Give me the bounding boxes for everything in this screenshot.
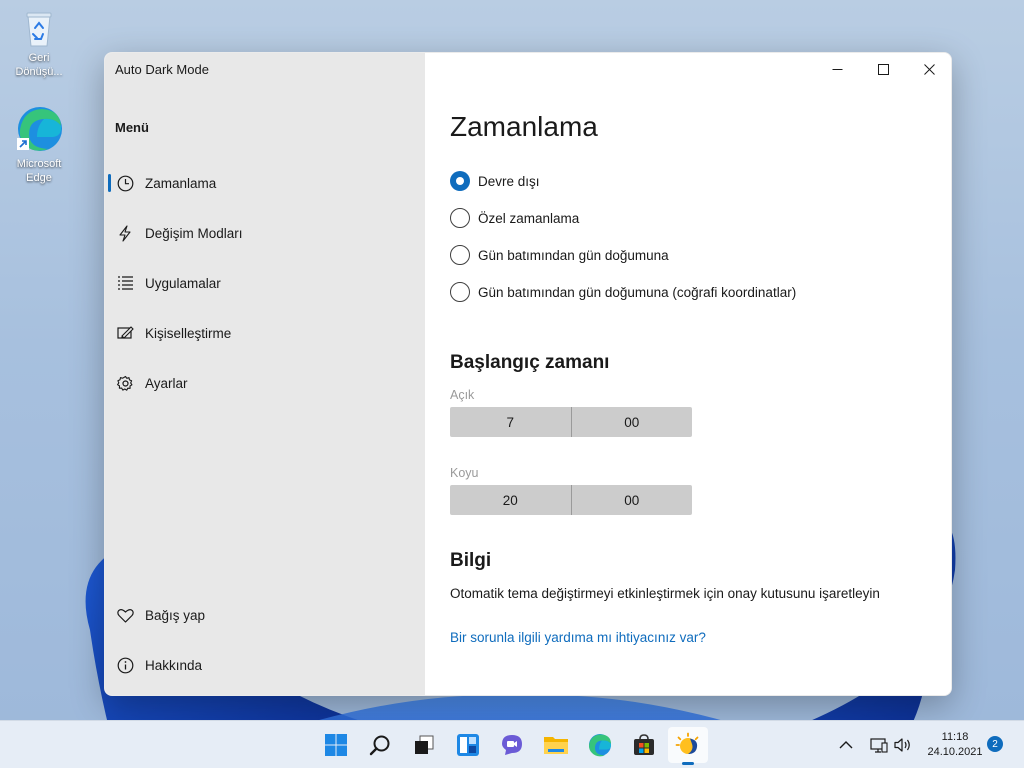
task-view-button[interactable] xyxy=(404,727,444,763)
search-icon xyxy=(369,735,390,756)
edge-icon xyxy=(15,104,63,154)
minimize-icon xyxy=(832,68,842,70)
clock-icon xyxy=(116,174,134,192)
radio-label: Özel zamanlama xyxy=(478,210,580,226)
volume-icon xyxy=(894,738,910,752)
gear-icon xyxy=(116,374,134,392)
window-title: Auto Dark Mode xyxy=(115,62,209,77)
personalize-icon xyxy=(116,324,134,342)
radio-button xyxy=(450,208,470,228)
store-button[interactable] xyxy=(624,727,664,763)
auto-dark-mode-icon xyxy=(675,732,699,754)
maximize-icon xyxy=(877,63,889,75)
file-explorer-button[interactable] xyxy=(536,727,576,763)
radio-label: Gün batımından gün doğumuna (coğrafi koo… xyxy=(478,284,797,300)
radio-devre-disi[interactable]: Devre dışı xyxy=(450,169,540,193)
help-link[interactable]: Bir sorunla ilgili yardıma mı ihtiyacını… xyxy=(450,630,706,645)
light-time-picker[interactable]: 7 00 xyxy=(450,407,692,437)
start-button[interactable] xyxy=(316,727,356,763)
recycle-bin-icon xyxy=(19,8,59,48)
radio-gun-batimi[interactable]: Gün batımından gün doğumuna xyxy=(450,243,669,267)
lightning-icon xyxy=(116,224,134,242)
nav-label: Kişiselleştirme xyxy=(145,325,232,341)
desktop-icon-edge[interactable]: Microsoft Edge xyxy=(8,104,70,185)
info-heading: Bilgi xyxy=(450,550,492,571)
nav-item-zamanlama[interactable]: Zamanlama xyxy=(105,165,425,201)
menu-heading: Menü xyxy=(115,120,149,135)
hour-value[interactable]: 20 xyxy=(450,485,571,515)
main-content: Zamanlama Devre dışı Özel zamanlama Gün … xyxy=(425,53,951,695)
close-icon xyxy=(923,63,935,75)
file-explorer-icon xyxy=(544,737,568,754)
minute-value[interactable]: 00 xyxy=(572,407,693,437)
dark-time-label: Koyu xyxy=(450,466,479,480)
desktop-icon-label: Microsoft Edge xyxy=(16,158,62,184)
radio-ozel-zamanlama[interactable]: Özel zamanlama xyxy=(450,206,579,230)
store-icon xyxy=(634,734,654,755)
nav-item-hakkinda[interactable]: Hakkında xyxy=(105,647,425,683)
tray-chevron[interactable] xyxy=(838,721,854,768)
taskbar-clock[interactable]: 11:18 24.10.2021 xyxy=(918,730,992,760)
nav-label: Uygulamalar xyxy=(145,275,221,291)
page-title: Zamanlama xyxy=(450,111,598,142)
tray-volume[interactable] xyxy=(894,721,912,768)
chat-button[interactable] xyxy=(492,727,532,763)
chevron-up-icon xyxy=(839,741,853,749)
task-view-icon xyxy=(415,735,434,754)
edge-taskbar-button[interactable] xyxy=(580,727,620,763)
desktop-icon-recycle-bin[interactable]: Geri Dönüşü... xyxy=(8,8,70,79)
radio-gun-batimi-koordinat[interactable]: Gün batımından gün doğumuna (coğrafi koo… xyxy=(450,280,796,304)
minimize-button[interactable] xyxy=(814,53,860,85)
maximize-button[interactable] xyxy=(860,53,906,85)
auto-dark-mode-window: Auto Dark Mode Menü Zamanlama Değişim Mo… xyxy=(104,52,952,696)
info-icon xyxy=(116,656,134,674)
list-icon xyxy=(116,274,134,292)
nav-label: Değişim Modları xyxy=(145,225,243,241)
nav-item-kisisellestirme[interactable]: Kişiselleştirme xyxy=(105,315,425,351)
auto-dark-mode-taskbar-button[interactable] xyxy=(668,727,708,763)
nav-item-bagis-yap[interactable]: Bağış yap xyxy=(105,597,425,633)
info-text: Otomatik tema değiştirmeyi etkinleştirme… xyxy=(450,586,880,601)
dark-time-picker[interactable]: 20 00 xyxy=(450,485,692,515)
taskbar: 11:18 24.10.2021 xyxy=(0,720,1024,768)
start-icon xyxy=(325,734,347,756)
light-time-label: Açık xyxy=(450,388,475,402)
clock-date: 24.10.2021 xyxy=(927,746,983,758)
nav-item-degisim-modlari[interactable]: Değişim Modları xyxy=(105,215,425,251)
heart-icon xyxy=(116,606,134,624)
hour-value[interactable]: 7 xyxy=(450,407,571,437)
radio-label: Devre dışı xyxy=(478,173,540,189)
tray-network[interactable] xyxy=(870,721,888,768)
notification-badge[interactable]: 2 xyxy=(987,736,1003,752)
nav-label: Bağış yap xyxy=(145,607,206,623)
nav-label: Ayarlar xyxy=(145,375,188,391)
close-button[interactable] xyxy=(906,53,951,85)
nav-label: Hakkında xyxy=(145,657,203,673)
clock-time: 11:18 xyxy=(941,731,969,743)
widgets-button[interactable] xyxy=(448,727,488,763)
radio-button xyxy=(450,245,470,265)
start-time-heading: Başlangıç zamanı xyxy=(450,352,610,373)
nav-label: Zamanlama xyxy=(145,175,217,191)
network-icon xyxy=(870,738,888,753)
radio-button-selected xyxy=(450,171,470,191)
radio-label: Gün batımından gün doğumuna xyxy=(478,247,669,263)
chat-icon xyxy=(502,735,522,755)
minute-value[interactable]: 00 xyxy=(572,485,693,515)
desktop-icon-label: Geri Dönüşü... xyxy=(15,52,63,78)
radio-button xyxy=(450,282,470,302)
widgets-icon xyxy=(457,734,479,756)
nav-item-uygulamalar[interactable]: Uygulamalar xyxy=(105,265,425,301)
active-app-indicator xyxy=(682,762,694,765)
search-button[interactable] xyxy=(360,727,400,763)
sidebar: Auto Dark Mode Menü Zamanlama Değişim Mo… xyxy=(105,53,425,695)
nav-item-ayarlar[interactable]: Ayarlar xyxy=(105,365,425,401)
edge-icon xyxy=(589,734,612,757)
